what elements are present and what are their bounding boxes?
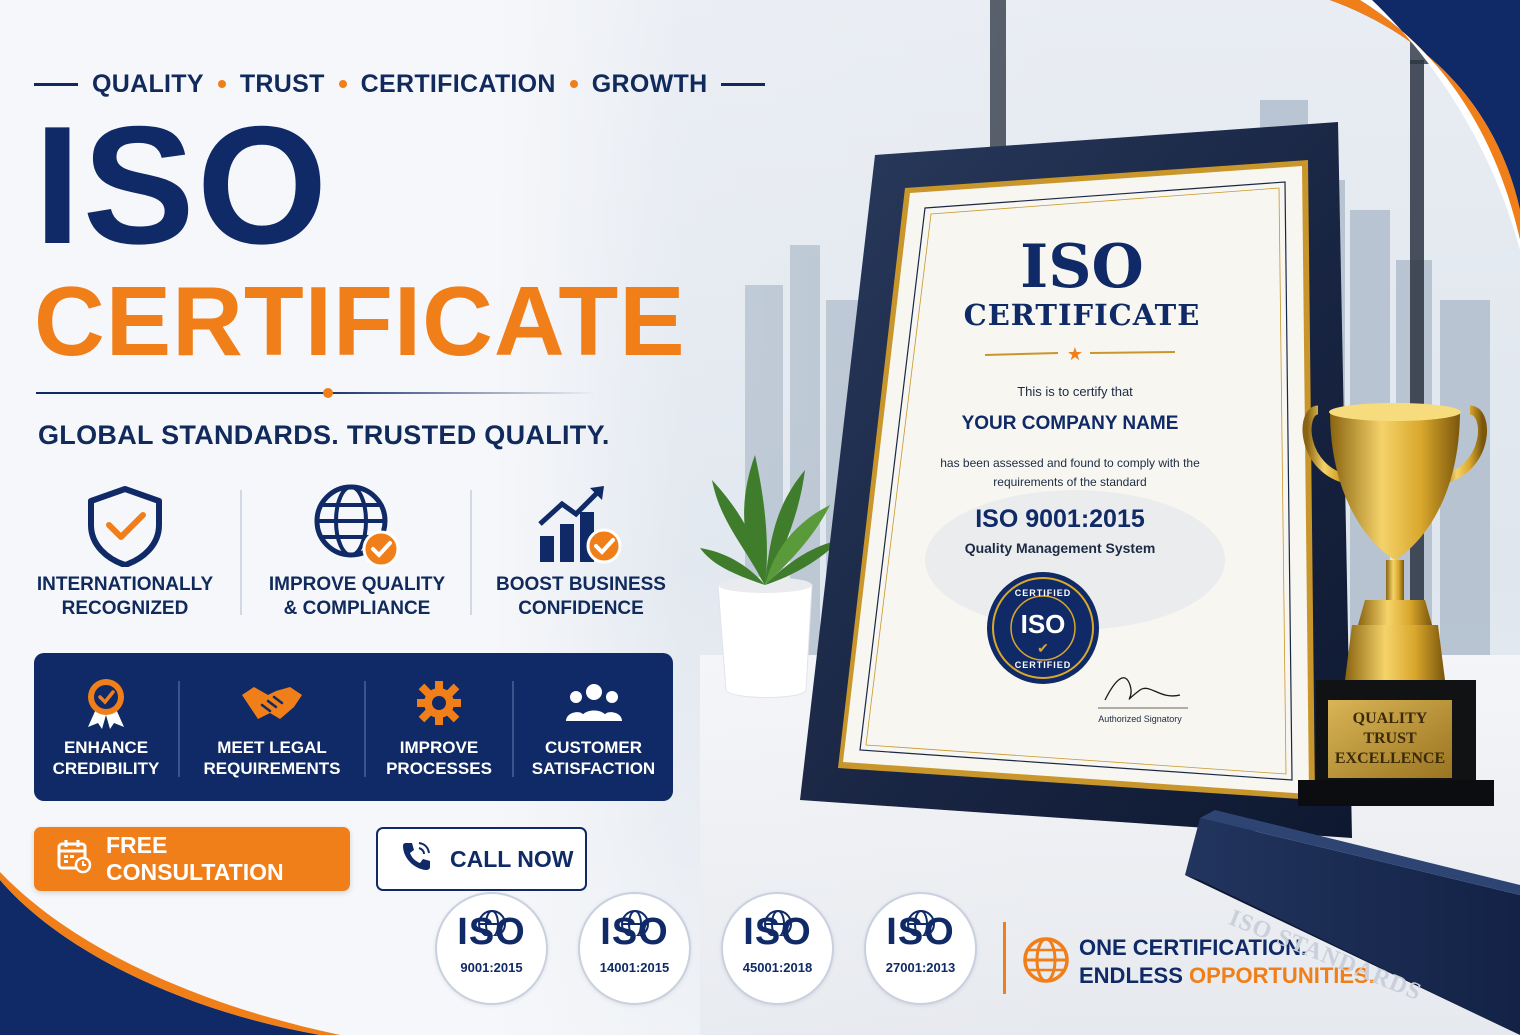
seal-center-text: ISO (1020, 609, 1066, 639)
certificate-title: ISO (1020, 232, 1144, 302)
tagline-rule-right (721, 82, 766, 86)
feature-label: IMPROVE (399, 738, 479, 757)
seal-check-icon: ✔ (1037, 640, 1049, 656)
trophy-plaque: QUALITY TRUST EXCELLENCE (1328, 700, 1452, 778)
certificate-system: Quality Management System (964, 540, 1156, 556)
standard-badge-9001: ISO 9001:2015 (435, 892, 548, 1005)
benefit-label: INTERNATIONALLY (36, 574, 214, 595)
people-icon (565, 675, 622, 731)
free-consultation-label: FREE CONSULTATION (106, 832, 284, 885)
slogan-separator (1003, 922, 1006, 994)
certificate-standard: ISO 9001:2015 (975, 505, 1145, 533)
call-now-label: CALL NOW (450, 845, 574, 872)
benefit-label: RECOGNIZED (61, 598, 189, 619)
certificate-body-2: requirements of the standard (993, 475, 1147, 489)
badge-code: 45001:2018 (742, 960, 813, 975)
feature-label: ENHANCE (63, 738, 149, 757)
features-panel: ENHANCE CREDIBILITY MEET LEGAL REQUIREME… (34, 653, 673, 801)
standard-badge-27001: ISO 27001:2013 (864, 892, 977, 1005)
seal-bottom-text: CERTIFIED (1014, 660, 1072, 670)
trophy-line: QUALITY (1352, 710, 1428, 727)
tagline-dot (569, 80, 578, 88)
certificate-body-1: has been assessed and found to comply wi… (940, 456, 1200, 470)
handshake-icon (240, 675, 304, 731)
benefit-label: IMPROVE QUALITY (268, 574, 446, 595)
feature-label: CUSTOMER (545, 738, 642, 757)
phone-icon (400, 840, 432, 878)
headline-iso: ISO (34, 91, 330, 279)
seal-top-text: CERTIFIED (1014, 588, 1072, 598)
tagline-dot (217, 80, 226, 88)
standard-badge-45001: ISO 45001:2018 (721, 892, 834, 1005)
badge-iso: ISO (886, 911, 955, 953)
globe-check-icon (252, 478, 462, 573)
gear-icon (416, 675, 462, 731)
subtitle: GLOBAL STANDARDS. TRUSTED QUALITY. (38, 420, 610, 450)
calendar-icon (56, 838, 92, 880)
feature-enhance-credibility: ENHANCE CREDIBILITY (34, 653, 178, 801)
feature-label: REQUIREMENTS (203, 759, 341, 778)
tagline-dot (338, 80, 347, 88)
badge-code: 27001:2013 (885, 960, 956, 975)
badge-iso: ISO (743, 911, 812, 953)
badge-iso: ISO (457, 911, 526, 953)
benefit-separator (240, 490, 242, 615)
svg-text:★: ★ (1067, 344, 1083, 365)
call-now-button[interactable]: CALL NOW (376, 827, 587, 891)
trophy-line: EXCELLENCE (1334, 750, 1446, 767)
award-ribbon-icon (84, 675, 128, 731)
certificate-intro: This is to certify that (1017, 384, 1133, 399)
badge-iso: ISO (600, 911, 669, 953)
benefit-boost-confidence: BOOST BUSINESS CONFIDENCE (476, 478, 686, 621)
feature-label: PROCESSES (386, 759, 492, 778)
benefit-label: & COMPLIANCE (283, 598, 431, 619)
feature-improve-processes: IMPROVE PROCESSES (366, 653, 512, 801)
free-consultation-button[interactable]: FREE CONSULTATION (34, 827, 350, 891)
feature-label: SATISFACTION (531, 759, 656, 778)
benefit-internationally-recognized: INTERNATIONALLY RECOGNIZED (20, 478, 230, 621)
certificate-subtitle: CERTIFICATE (963, 298, 1201, 332)
certificate-signatory: Authorized Signatory (1098, 714, 1182, 724)
certificate-company: YOUR COMPANY NAME (961, 413, 1179, 434)
tagline-word: GROWTH (591, 69, 708, 98)
growth-chart-icon (476, 478, 686, 573)
badge-code: 14001:2015 (599, 960, 670, 975)
headline-divider (36, 388, 596, 398)
badge-code: 9001:2015 (460, 960, 523, 975)
globe-icon (1022, 936, 1070, 989)
feature-label: MEET LEGAL (217, 738, 327, 757)
benefit-separator (470, 490, 472, 615)
feature-label: CREDIBILITY (52, 759, 160, 778)
slogan-line2-a: ENDLESS (1079, 963, 1190, 988)
feature-meet-legal: MEET LEGAL REQUIREMENTS (180, 653, 364, 801)
headline-certificate: CERTIFICATE (34, 266, 686, 376)
shield-check-icon (20, 478, 230, 573)
tagline-rule-left (34, 82, 78, 86)
standard-badge-14001: ISO 14001:2015 (578, 892, 691, 1005)
benefit-improve-quality: IMPROVE QUALITY & COMPLIANCE (252, 478, 462, 621)
benefit-label: BOOST BUSINESS (496, 574, 666, 595)
benefit-label: CONFIDENCE (518, 598, 644, 619)
feature-customer-satisfaction: CUSTOMER SATISFACTION (514, 653, 673, 801)
trophy-line: TRUST (1363, 730, 1417, 747)
tagline-word: CERTIFICATION (360, 69, 556, 98)
